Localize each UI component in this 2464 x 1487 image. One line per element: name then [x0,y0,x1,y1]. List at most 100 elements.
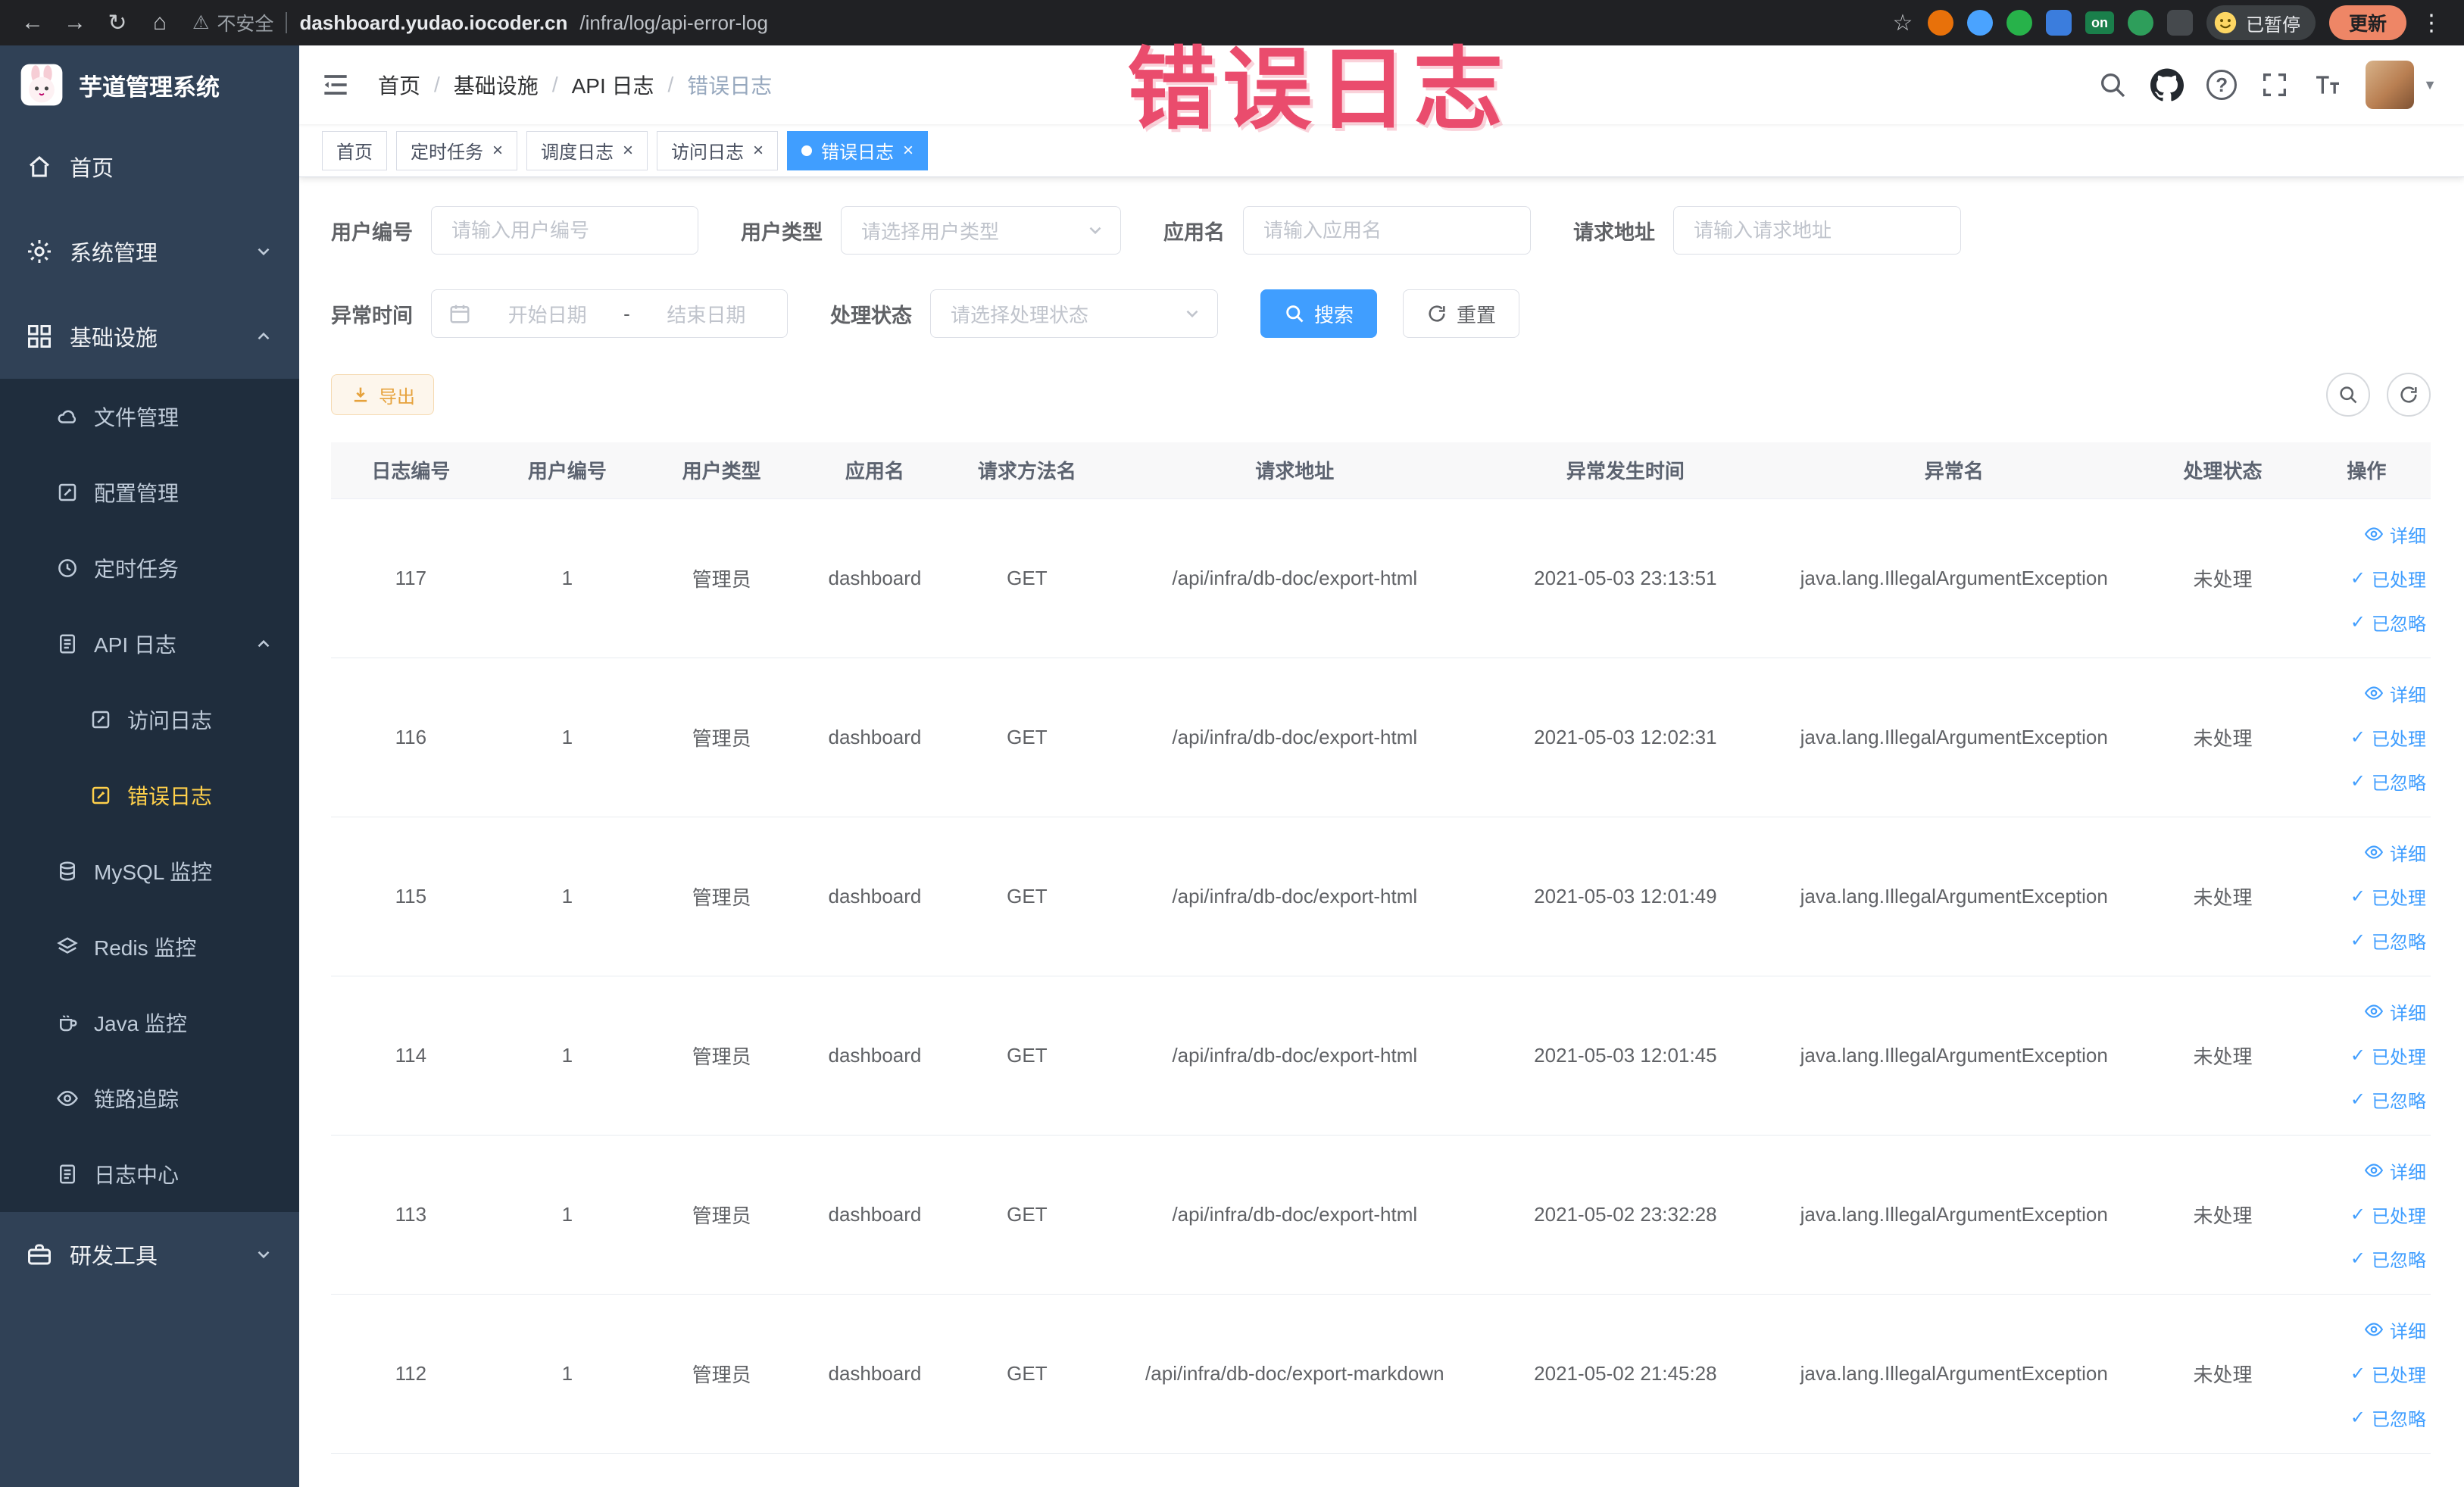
header-actions: ? ▼ [2097,61,2437,109]
sidebar-item-api-log[interactable]: API 日志 [0,606,299,682]
mark-ignored-link[interactable]: ✓ 已忽略 [2309,759,2426,803]
extension-icon-2[interactable] [1966,10,1993,36]
detail-link[interactable]: 详细 [2309,830,2426,874]
sidebar-item-access-log[interactable]: 访问日志 [0,682,299,758]
sidebar-item-log-center[interactable]: 日志中心 [0,1136,299,1212]
address-bar[interactable]: ⚠ 不安全 dashboard.yudao.iocoder.cn/infra/l… [192,9,1878,36]
processed-link-label: 已处理 [2372,1047,2426,1068]
process-status-select[interactable]: 请选择处理状态 [930,289,1218,338]
extension-icon-5[interactable] [2127,10,2153,36]
cell-user-id: 1 [490,498,645,658]
exception-time-label: 异常时间 [331,304,413,327]
close-icon[interactable]: × [903,140,913,161]
mark-ignored-link[interactable]: ✓ 已忽略 [2309,1236,2426,1280]
user-type-select[interactable]: 请选择用户类型 [841,206,1121,255]
extension-icon-1[interactable] [1927,10,1953,36]
close-icon[interactable]: × [492,140,503,161]
menu-label: 定时任务 [94,558,180,581]
detail-link-label: 详细 [2390,526,2426,547]
reset-button[interactable]: 重置 [1403,289,1520,338]
app-logo[interactable]: 芋道管理系统 [0,45,299,124]
detail-link[interactable]: 详细 [2309,671,2426,715]
table-row: 115 1 管理员 dashboard GET /api/infra/db-do… [331,817,2431,976]
sidebar-item-error-log[interactable]: 错误日志 [0,758,299,833]
extension-icon-6[interactable] [2166,10,2193,36]
toggle-search-button[interactable] [2326,373,2370,417]
filter-request-url: 请求地址 [1573,206,1961,255]
sidebar-item-redis-monitor[interactable]: Redis 监控 [0,909,299,985]
breadcrumb-api-log[interactable]: API 日志 [572,70,654,100]
browser-forward-button[interactable]: → [58,5,92,40]
export-button[interactable]: 导出 [331,374,434,415]
eye-icon [57,1090,78,1107]
menu-label: API 日志 [94,633,176,657]
close-icon[interactable]: × [753,140,764,161]
user-menu[interactable]: ▼ [2366,61,2437,109]
breadcrumb-infra[interactable]: 基础设施 [454,70,539,100]
tab-schedule-log[interactable]: 调度日志 × [526,130,648,170]
cell-status: 未处理 [2143,976,2303,1136]
tab-error-log[interactable]: 错误日志 × [787,130,929,170]
mark-processed-link[interactable]: ✓ 已处理 [2309,1033,2426,1077]
sidebar-item-scheduled-job[interactable]: 定时任务 [0,530,299,606]
search-icon [1286,305,1304,323]
detail-link[interactable]: 详细 [2309,1148,2426,1192]
github-icon[interactable] [2150,68,2184,102]
date-range-picker[interactable]: 开始日期 - 结束日期 [431,289,788,338]
mark-ignored-link[interactable]: ✓ 已忽略 [2309,918,2426,962]
tab-access-log[interactable]: 访问日志 × [657,130,779,170]
mark-processed-link[interactable]: ✓ 已处理 [2309,715,2426,759]
user-id-input[interactable] [431,206,698,255]
sidebar-item-system[interactable]: 系统管理 [0,209,299,294]
tab-scheduled-job[interactable]: 定时任务 × [396,130,518,170]
browser-update-button[interactable]: 更新 [2328,5,2406,40]
detail-link[interactable]: 详细 [2309,989,2426,1033]
browser-menu-icon[interactable]: ⋮ [2414,10,2449,36]
extension-icon-3[interactable] [2006,10,2032,36]
browser-back-button[interactable]: ← [15,5,50,40]
mark-processed-link[interactable]: ✓ 已处理 [2309,1192,2426,1236]
sidebar-item-infra[interactable]: 基础设施 [0,294,299,379]
mark-processed-link[interactable]: ✓ 已处理 [2309,556,2426,600]
chevron-down-icon [1186,310,1198,318]
mark-ignored-link[interactable]: ✓ 已忽略 [2309,600,2426,644]
request-url-input[interactable] [1673,206,1961,255]
bookmark-star-icon[interactable]: ☆ [1885,5,1920,40]
close-icon[interactable]: × [623,140,633,161]
font-size-icon[interactable] [2313,70,2343,100]
extension-on-badge[interactable]: on [2085,11,2114,34]
hamburger-icon[interactable] [319,68,352,102]
extension-icon-4[interactable] [2045,10,2072,36]
security-warning[interactable]: ⚠ 不安全 [192,9,273,36]
sidebar-item-java-monitor[interactable]: Java 监控 [0,985,299,1061]
search-icon[interactable] [2097,70,2128,100]
search-button[interactable]: 搜索 [1260,289,1378,338]
fullscreen-icon[interactable] [2259,70,2290,100]
tab-home[interactable]: 首页 [322,130,387,170]
browser-reload-button[interactable]: ↻ [100,5,135,40]
table-toolbar: 导出 [331,373,2431,417]
mark-ignored-link[interactable]: ✓ 已忽略 [2309,1395,2426,1439]
sidebar-item-dev-tools[interactable]: 研发工具 [0,1212,299,1297]
help-icon[interactable]: ? [2206,70,2238,100]
caret-down-icon: ▼ [2423,77,2437,92]
detail-link[interactable]: 详细 [2309,512,2426,556]
breadcrumb-home[interactable]: 首页 [378,70,420,100]
tab-label: 错误日志 [821,142,895,163]
sidebar-item-home[interactable]: 首页 [0,124,299,209]
browser-home-button[interactable]: ⌂ [142,5,177,40]
menu-label: MySQL 监控 [94,861,213,884]
mark-ignored-link[interactable]: ✓ 已忽略 [2309,1077,2426,1121]
sidebar-item-file-manage[interactable]: 文件管理 [0,379,299,455]
mark-processed-link[interactable]: ✓ 已处理 [2309,874,2426,918]
sidebar-item-config-manage[interactable]: 配置管理 [0,455,299,530]
app-name-input[interactable] [1243,206,1531,255]
mark-processed-link[interactable]: ✓ 已处理 [2309,1351,2426,1395]
detail-link[interactable]: 详细 [2309,1307,2426,1351]
update-label: 更新 [2348,14,2387,35]
refresh-table-button[interactable] [2387,373,2431,417]
sidebar-item-link-trace[interactable]: 链路追踪 [0,1061,299,1136]
paused-badge[interactable]: 已暂停 [2206,5,2316,40]
request-url-label: 请求地址 [1573,220,1655,244]
sidebar-item-mysql-monitor[interactable]: MySQL 监控 [0,833,299,909]
